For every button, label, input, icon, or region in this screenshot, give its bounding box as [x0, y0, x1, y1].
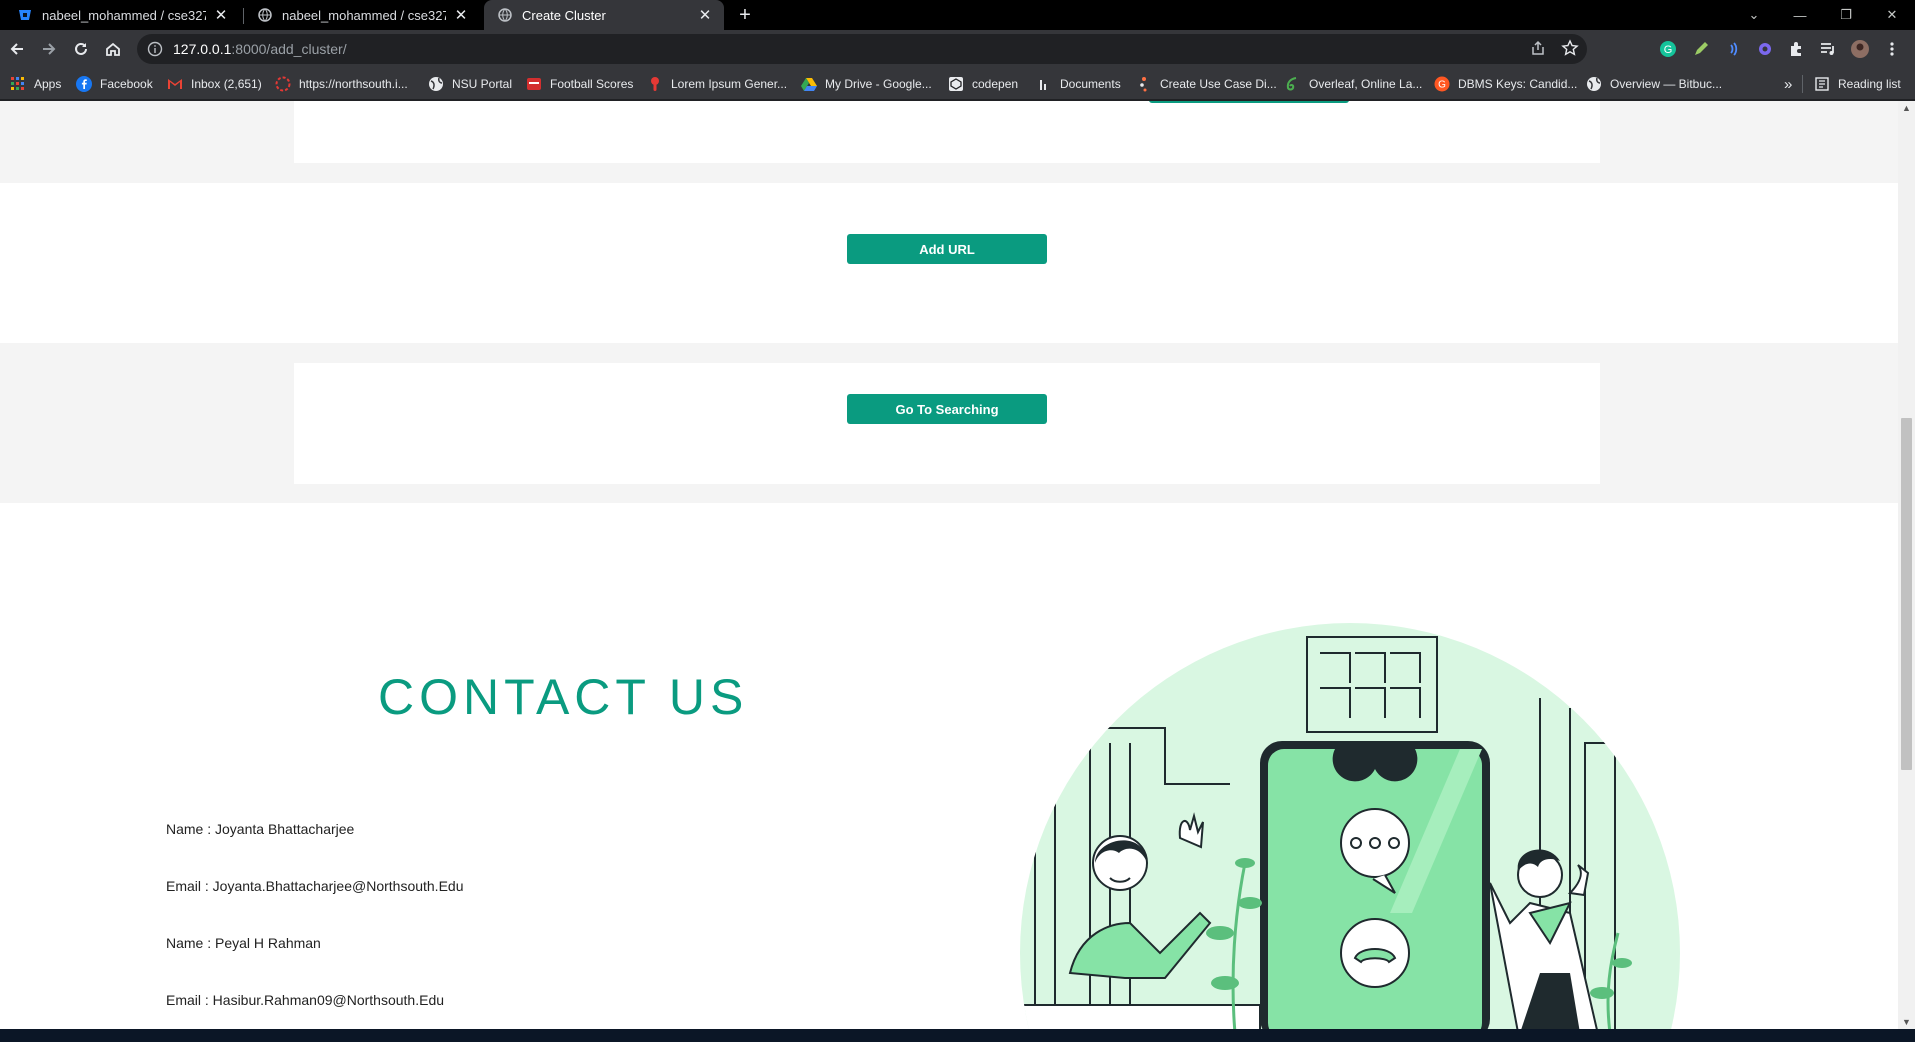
chrome-menu-icon[interactable]: [1882, 39, 1902, 59]
bookmark-use-case[interactable]: Create Use Case Di...: [1136, 68, 1277, 100]
bookmark-overleaf[interactable]: Overleaf, Online La...: [1285, 68, 1422, 100]
page-viewport: Add URL Go To Searching CONTACT US Name …: [0, 101, 1898, 1029]
tab-bitbucket-1[interactable]: nabeel_mohammed / cse327.1.9 ✕: [4, 0, 240, 30]
tab-title: nabeel_mohammed / cse327.1.9: [42, 7, 206, 23]
contact-email-1: Email : Joyanta.Bhattacharjee@Northsouth…: [166, 878, 464, 894]
home-button[interactable]: [99, 35, 127, 63]
url-host: 127.0.0.1: [173, 41, 232, 57]
address-bar[interactable]: 127.0.0.1:8000/add_cluster/: [137, 34, 1587, 64]
tab-create-cluster[interactable]: Create Cluster ✕: [484, 0, 724, 30]
bookmark-codepen[interactable]: codepen: [948, 68, 1018, 100]
bookmark-northsouth[interactable]: https://northsouth.i...: [275, 68, 408, 100]
forward-button[interactable]: [35, 35, 63, 63]
svg-text:G: G: [1438, 80, 1446, 91]
bitbucket-icon: [18, 8, 32, 22]
tab-title: nabeel_mohammed / cse327.1.9: [282, 7, 446, 23]
bookmark-apps[interactable]: Apps: [10, 68, 61, 100]
reload-button[interactable]: [67, 35, 95, 63]
tab-search-icon[interactable]: ⌄: [1731, 0, 1777, 30]
reading-list-button[interactable]: Reading list: [1814, 68, 1901, 100]
form-card-top: [294, 101, 1600, 163]
close-icon[interactable]: ✕: [696, 6, 714, 24]
google-drive-icon: [801, 76, 817, 92]
settings-extension-icon[interactable]: [1755, 39, 1775, 59]
close-icon[interactable]: ✕: [212, 6, 230, 24]
football-icon: [526, 76, 542, 92]
bookmark-inbox[interactable]: Inbox (2,651): [167, 68, 262, 100]
globe-icon: [428, 76, 444, 92]
bookmark-star-icon[interactable]: [1561, 39, 1579, 57]
scroll-down-icon[interactable]: ▼: [1902, 1017, 1911, 1027]
close-icon[interactable]: ✕: [452, 6, 470, 24]
profile-avatar[interactable]: [1850, 39, 1870, 59]
bookmark-nsu-portal[interactable]: NSU Portal: [428, 68, 512, 100]
bookmarks-overflow-button[interactable]: »: [1784, 68, 1792, 100]
documents-icon: [1036, 76, 1052, 92]
bookmark-football-scores[interactable]: Football Scores: [526, 68, 633, 100]
lorem-icon: [647, 76, 663, 92]
reading-list-icon: [1814, 76, 1830, 92]
globe-icon: [1586, 76, 1602, 92]
close-window-button[interactable]: ✕: [1869, 0, 1915, 30]
scrollbar-thumb[interactable]: [1901, 418, 1912, 770]
bookmark-lorem-ipsum[interactable]: Lorem Ipsum Gener...: [647, 68, 787, 100]
search-card: Go To Searching: [294, 363, 1600, 484]
minimize-button[interactable]: —: [1777, 0, 1823, 30]
codepen-icon: [948, 76, 964, 92]
extensions-puzzle-icon[interactable]: [1786, 39, 1806, 59]
media-control-icon[interactable]: [1818, 39, 1838, 59]
usecase-icon: [1136, 76, 1152, 92]
restore-button[interactable]: ❐: [1823, 0, 1869, 30]
reload-icon: [75, 42, 87, 55]
svg-text:G: G: [1664, 44, 1673, 56]
contact-section: CONTACT US Name : Joyanta Bhattacharjee …: [0, 503, 1898, 1029]
bookmark-google-drive[interactable]: My Drive - Google...: [801, 68, 932, 100]
back-arrow-icon: [10, 43, 23, 55]
os-taskbar: [0, 1029, 1915, 1042]
contact-name-1: Name : Joyanta Bhattacharjee: [166, 821, 355, 837]
bookmark-dbms-keys[interactable]: G DBMS Keys: Candid...: [1434, 68, 1577, 100]
contact-email-2: Email : Hasibur.Rahman09@Northsouth.Edu: [166, 992, 445, 1008]
northsouth-icon: [275, 76, 291, 92]
read-aloud-icon[interactable]: [1724, 39, 1744, 59]
globe-icon: [258, 8, 272, 22]
bookmarks-divider: [1802, 68, 1803, 100]
dbms-icon: G: [1434, 76, 1450, 92]
new-tab-button[interactable]: +: [733, 3, 757, 27]
contact-title: CONTACT US: [378, 669, 749, 725]
pen-extension-icon[interactable]: [1691, 39, 1711, 59]
apps-grid-icon: [10, 76, 26, 92]
browser-toolbar: 127.0.0.1:8000/add_cluster/ G: [0, 30, 1915, 68]
tab-title: Create Cluster: [522, 7, 606, 23]
go-to-searching-button[interactable]: Go To Searching: [847, 394, 1047, 424]
facebook-icon: [76, 76, 92, 92]
add-url-button[interactable]: Add URL: [847, 234, 1047, 264]
globe-icon: [498, 8, 512, 22]
share-icon[interactable]: [1529, 39, 1547, 57]
bookmark-documents[interactable]: Documents: [1036, 68, 1121, 100]
tab-strip: nabeel_mohammed / cse327.1.9 ✕ nabeel_mo…: [0, 0, 1915, 30]
submit-button-edge[interactable]: [1149, 101, 1349, 103]
bookmark-facebook[interactable]: Facebook: [76, 68, 153, 100]
tab-bitbucket-2[interactable]: nabeel_mohammed / cse327.1.9 ✕: [244, 0, 480, 30]
contact-name-2: Name : Peyal H Rahman: [166, 935, 321, 951]
url-path: :8000/add_cluster/: [231, 41, 347, 57]
contact-illustration: [1020, 623, 1680, 1029]
bookmark-bitbucket-overview[interactable]: Overview — Bitbuc...: [1586, 68, 1722, 100]
scroll-up-icon[interactable]: ▲: [1902, 103, 1911, 113]
add-url-section: Add URL: [0, 183, 1898, 343]
forward-arrow-icon: [43, 43, 56, 55]
bookmarks-bar: Apps Facebook Inbox (2,651) https://nort…: [0, 68, 1915, 100]
gmail-icon: [167, 76, 183, 92]
info-icon[interactable]: [147, 41, 163, 57]
overleaf-icon: [1285, 76, 1301, 92]
home-icon: [106, 42, 120, 56]
back-button[interactable]: [3, 35, 31, 63]
grammarly-icon[interactable]: G: [1658, 39, 1678, 59]
